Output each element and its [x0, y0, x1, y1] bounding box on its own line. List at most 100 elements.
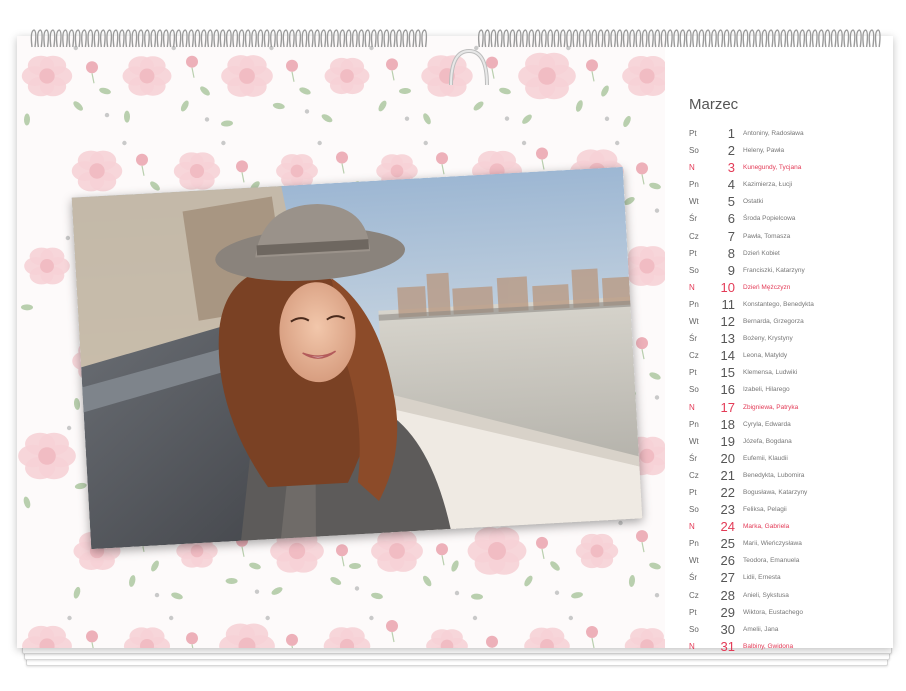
day-of-week: Pt [689, 368, 697, 378]
day-of-week: Pn [689, 180, 699, 190]
photo-woman-in-hat [71, 166, 643, 550]
pattern-leaf [180, 100, 189, 112]
name-day: Franciszki, Katarzyny [743, 266, 805, 274]
day-row: Pn 25 Marii, Wieńczysława [681, 536, 901, 553]
pattern-flower [324, 57, 370, 95]
name-day: Dzień Kobiet [743, 249, 780, 257]
pattern-leaf [225, 577, 238, 585]
name-day: Bożeny, Krystyny [743, 335, 793, 343]
pattern-dot [604, 116, 610, 121]
pattern-dot [472, 615, 478, 621]
day-of-week: Wt [689, 556, 699, 566]
name-day: Dzień Mężczyzn [743, 283, 791, 291]
pattern-dot [618, 520, 623, 526]
binding-ring [276, 29, 283, 48]
flower-center [340, 69, 354, 83]
day-of-week: Wt [689, 197, 699, 207]
binding-ring [515, 29, 522, 48]
day-of-week: Śr [689, 214, 697, 224]
binding-ring [225, 29, 232, 48]
binding-ring [786, 29, 793, 48]
day-of-week: Pt [689, 487, 697, 497]
calendar-photo [71, 166, 643, 550]
binding-ring [144, 29, 150, 48]
pattern-dot [568, 615, 574, 621]
pattern-dot [168, 615, 174, 621]
day-number: 18 [720, 416, 735, 432]
pattern-leaf [550, 561, 560, 571]
binding-ring [629, 29, 635, 48]
pattern-flower [524, 627, 570, 648]
pattern-flower [575, 533, 619, 569]
binding-ring [547, 29, 554, 48]
pattern-leaf [74, 482, 87, 490]
binding-ring [534, 29, 541, 48]
binding-ring [843, 29, 850, 48]
pattern-flower [219, 623, 275, 648]
binding-ring [559, 29, 566, 48]
name-day: Leona, Matyldy [743, 352, 788, 360]
pattern-bud [286, 59, 298, 72]
pattern-flower [467, 527, 527, 575]
binding-ring [106, 29, 113, 48]
pattern-bud [436, 152, 448, 165]
pattern-leaf [423, 113, 431, 125]
name-day: Marka, Gabriela [743, 523, 790, 531]
name-day: Środa Popielcowa [743, 215, 796, 223]
day-row: Cz 7 Pawła, Tomasza [681, 229, 901, 246]
binding-ring [99, 29, 106, 48]
day-of-week: Cz [689, 231, 699, 241]
binding-ring [295, 29, 302, 48]
binding-ring [131, 29, 138, 48]
pattern-bud [536, 147, 548, 160]
pattern-leaf [171, 592, 183, 600]
name-day: Cyryla, Edwarda [743, 420, 791, 428]
bud-stem [441, 164, 445, 175]
pattern-bud [636, 337, 648, 350]
flower-center [390, 164, 404, 178]
pattern-leaf [601, 85, 609, 97]
name-day: Antoniny, Radosława [743, 130, 804, 137]
day-row: N 31 Balbiny, Gwidona [681, 639, 901, 656]
pattern-bud [336, 544, 348, 557]
name-day: Józefa, Bogdana [743, 437, 792, 445]
binding-ring [377, 29, 383, 48]
binding-ring [282, 29, 289, 48]
day-row: Cz 21 Benedykta, Lubomira [681, 468, 901, 485]
bud-stem [541, 548, 545, 560]
binding-ring [635, 29, 642, 48]
pattern-bud [636, 530, 648, 543]
pattern-leaf [73, 101, 83, 111]
pattern-dot [65, 235, 71, 241]
binding-ring [566, 29, 572, 48]
bud-stem [91, 73, 95, 84]
day-of-week: N [689, 641, 695, 651]
day-number: 15 [720, 365, 735, 381]
binding-ring [175, 29, 182, 48]
day-row: Pt 15 Klemensa, Ludwiki [681, 365, 901, 382]
day-row: Śr 27 Lidii, Ernesta [681, 570, 901, 587]
binding-ring [68, 29, 75, 48]
binding-ring [43, 29, 50, 48]
name-day: Bogusława, Katarzyny [743, 488, 808, 496]
day-number: 11 [721, 296, 736, 312]
bud-stem [441, 555, 445, 566]
pattern-flower [371, 530, 423, 572]
flower-center [288, 542, 306, 560]
day-number: 6 [727, 211, 735, 227]
bud-stem [241, 172, 245, 183]
binding-ring [314, 29, 320, 48]
pattern-leaf [221, 120, 233, 127]
binding-ring [118, 29, 125, 48]
binding-ring [704, 29, 711, 48]
bud-stem [541, 159, 545, 170]
day-of-week: Wt [689, 317, 699, 327]
day-number: 23 [720, 502, 735, 518]
binding-ring [370, 29, 377, 48]
pattern-leaf [399, 87, 411, 95]
binding-ring [641, 29, 648, 48]
binding-ring [723, 29, 730, 48]
pattern-dot [221, 140, 226, 146]
pattern-leaf [499, 87, 511, 95]
pattern-leaf [129, 575, 136, 587]
